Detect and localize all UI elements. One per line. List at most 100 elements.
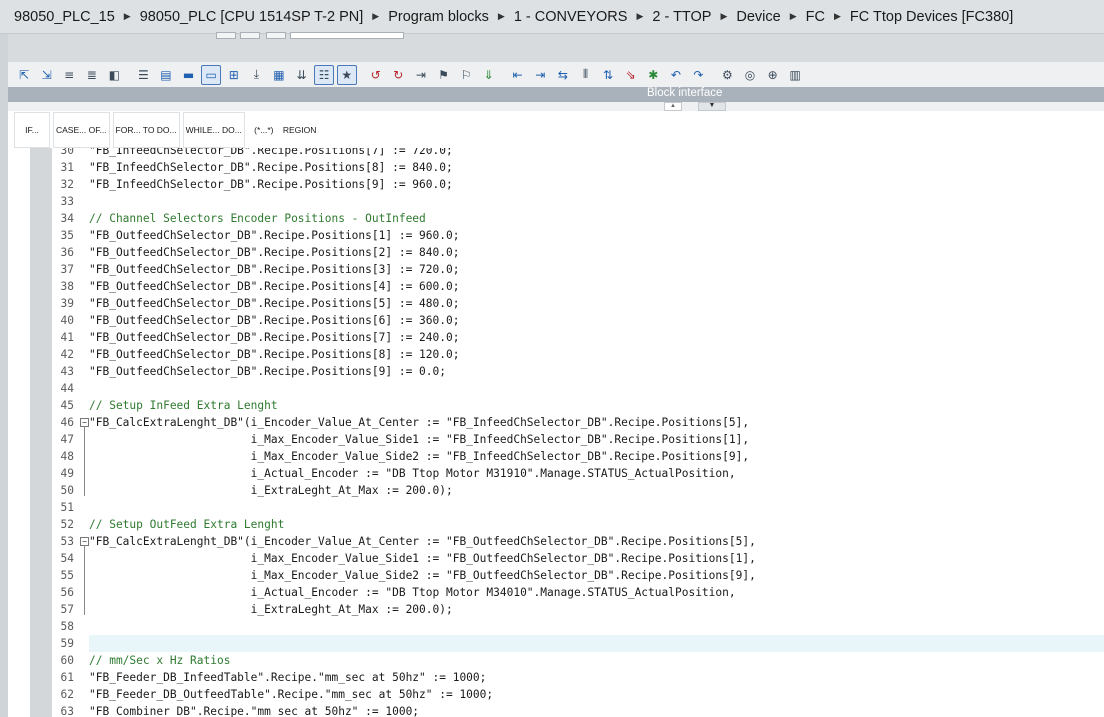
breadcrumb-item[interactable]: Device xyxy=(736,9,780,25)
code-line[interactable]: 40 "FB_OutfeedChSelector_DB".Recipe.Posit… xyxy=(8,312,1104,329)
uncomment-line-icon[interactable]: ✱ xyxy=(643,65,663,85)
sort-icon[interactable]: ⇅ xyxy=(598,65,618,85)
step-icon[interactable]: ⇊ xyxy=(292,65,312,85)
absolute-operands-icon[interactable]: ☰ xyxy=(133,65,153,85)
insert-row-icon[interactable]: ≡ xyxy=(59,65,79,85)
tab-stub[interactable] xyxy=(216,32,236,39)
code-line[interactable]: 51 xyxy=(8,499,1104,516)
show-comments-icon[interactable]: ▭ xyxy=(201,64,222,85)
code-line[interactable]: 50 i_ExtraLeght_At_Max := 200.0); xyxy=(8,482,1104,499)
fold-guide xyxy=(84,431,85,448)
line-number: 54 xyxy=(60,552,74,565)
instruction-if-button[interactable]: IF... xyxy=(14,111,50,148)
breadcrumb-separator-icon: ▶ xyxy=(123,11,131,21)
code-line[interactable]: 30 "FB_InfeedChSelector_DB".Recipe.Positi… xyxy=(8,148,1104,159)
comment-line-icon[interactable]: ⇘ xyxy=(621,65,641,85)
goto-icon[interactable]: ⇥ xyxy=(411,65,431,85)
code-line[interactable]: 34 // Channel Selectors Encoder Positions… xyxy=(8,210,1104,227)
instruction-comment-button[interactable]: (*...*) xyxy=(249,113,279,147)
download-icon[interactable]: ⤓ xyxy=(246,65,266,85)
code-line[interactable]: 58 xyxy=(8,618,1104,635)
open-all-icon[interactable]: ⊞ xyxy=(224,65,244,85)
snapshot-icon[interactable]: ⚙ xyxy=(717,65,737,85)
list-view-icon[interactable]: ☷ xyxy=(314,64,335,85)
code-line[interactable]: 59 xyxy=(61,635,1104,652)
append-row-icon[interactable]: ≣ xyxy=(82,65,102,85)
code-line[interactable]: 45 // Setup InFeed Extra Lenght xyxy=(8,397,1104,414)
code-line[interactable]: 32 "FB_InfeedChSelector_DB".Recipe.Positi… xyxy=(8,176,1104,193)
delete-network-icon[interactable]: ⇲ xyxy=(37,65,57,85)
code-text: i_Max_Encoder_Value_Side1 := "FB_Outfeed… xyxy=(89,552,756,565)
glasses-icon[interactable]: ◎ xyxy=(740,65,760,85)
indent-left-icon[interactable]: ⇤ xyxy=(508,65,528,85)
breadcrumb-item[interactable]: 98050_PLC_15 xyxy=(14,9,115,25)
outdent-icon[interactable]: ⇆ xyxy=(553,65,573,85)
monitor-icon[interactable]: ▦ xyxy=(269,65,289,85)
insert-network-icon[interactable]: ⇱ xyxy=(14,65,34,85)
collapse-all-icon[interactable]: ▬ xyxy=(179,65,199,85)
splitter[interactable]: ▲ ▼ xyxy=(8,102,1104,111)
instruction-case-button[interactable]: CASE... OF... xyxy=(53,111,110,148)
go-down-icon[interactable]: ⇓ xyxy=(479,65,499,85)
code-line[interactable]: 55 i_Max_Encoder_Value_Side2 := "FB_Outf… xyxy=(8,567,1104,584)
show-favorites-icon[interactable]: ◧ xyxy=(104,65,124,85)
code-line[interactable]: 39 "FB_OutfeedChSelector_DB".Recipe.Posit… xyxy=(8,295,1104,312)
code-editor[interactable]: 30 "FB_InfeedChSelector_DB".Recipe.Positi… xyxy=(8,148,1104,717)
line-number: 61 xyxy=(60,671,74,684)
breadcrumb-item[interactable]: 2 - TTOP xyxy=(652,9,711,25)
code-line[interactable]: 46− "FB_CalcExtraLenght_DB"(i_Encoder_Val… xyxy=(8,414,1104,431)
favorite-star-icon[interactable]: ★ xyxy=(336,64,357,85)
block-interface-bar[interactable]: Block interface xyxy=(8,87,1104,102)
bookmark-next-icon[interactable]: ⚐ xyxy=(456,65,476,85)
splitter-down-icon[interactable]: ▼ xyxy=(698,102,726,111)
delete-breakpoint-icon[interactable]: ↺ xyxy=(366,65,386,85)
expand-all-icon[interactable]: ▤ xyxy=(156,65,176,85)
monitor-on-icon[interactable]: ↶ xyxy=(666,65,686,85)
code-line[interactable]: 53− "FB_CalcExtraLenght_DB"(i_Encoder_Val… xyxy=(8,533,1104,550)
fold-guide xyxy=(84,448,85,465)
code-line[interactable]: 57 i_ExtraLeght_At_Max := 200.0); xyxy=(8,601,1104,618)
code-line[interactable]: 33 xyxy=(8,193,1104,210)
code-line[interactable]: 35 "FB_OutfeedChSelector_DB".Recipe.Posit… xyxy=(8,227,1104,244)
breadcrumb-item[interactable]: 1 - CONVEYORS xyxy=(514,9,628,25)
code-line[interactable]: 44 xyxy=(8,380,1104,397)
splitter-up-icon[interactable]: ▲ xyxy=(664,102,682,111)
code-line[interactable]: 47 i_Max_Encoder_Value_Side1 := "FB_Infe… xyxy=(8,431,1104,448)
tab-stub-active[interactable] xyxy=(290,32,404,39)
disable-breakpoint-icon[interactable]: ↻ xyxy=(388,65,408,85)
memory-icon[interactable]: ▥ xyxy=(785,65,805,85)
code-line[interactable]: 48 i_Max_Encoder_Value_Side2 := "FB_Infe… xyxy=(8,448,1104,465)
breadcrumb-item[interactable]: FC Ttop Devices [FC380] xyxy=(850,9,1013,25)
breadcrumb-item[interactable]: 98050_PLC [CPU 1514SP T-2 PN] xyxy=(140,9,364,25)
code-line[interactable]: 63 "FB Combiner DB".Recipe."mm sec at 50h… xyxy=(8,703,1104,717)
code-line[interactable]: 54 i_Max_Encoder_Value_Side1 := "FB_Outf… xyxy=(8,550,1104,567)
code-line[interactable]: 38 "FB_OutfeedChSelector_DB".Recipe.Posit… xyxy=(8,278,1104,295)
breadcrumb-item[interactable]: Program blocks xyxy=(388,9,489,25)
bookmark-icon[interactable]: ⚑ xyxy=(434,65,454,85)
code-line[interactable]: 52 // Setup OutFeed Extra Lenght xyxy=(8,516,1104,533)
indent-right-icon[interactable]: ⇥ xyxy=(530,65,550,85)
code-line[interactable]: 61 "FB_Feeder_DB_InfeedTable".Recipe."mm_… xyxy=(8,669,1104,686)
tab-stub[interactable] xyxy=(266,32,286,39)
line-number: 30 xyxy=(60,148,74,157)
tab-stub[interactable] xyxy=(240,32,260,39)
code-line[interactable]: 60 // mm/Sec x Hz Ratios xyxy=(8,652,1104,669)
compare-icon[interactable]: ⊕ xyxy=(763,65,783,85)
code-line[interactable]: 62 "FB_Feeder_DB_OutfeedTable".Recipe."mm… xyxy=(8,686,1104,703)
breadcrumb-item[interactable]: FC xyxy=(806,9,825,25)
code-line[interactable]: 43 "FB_OutfeedChSelector_DB".Recipe.Posit… xyxy=(8,363,1104,380)
code-line[interactable]: 49 i_Actual_Encoder := "DB Ttop Motor M3… xyxy=(8,465,1104,482)
code-line[interactable]: 31 "FB_InfeedChSelector_DB".Recipe.Positi… xyxy=(8,159,1104,176)
code-line[interactable]: 36 "FB_OutfeedChSelector_DB".Recipe.Posit… xyxy=(8,244,1104,261)
line-number: 42 xyxy=(60,348,74,361)
instruction-for-button[interactable]: FOR... TO DO... xyxy=(112,111,180,148)
code-line[interactable]: 42 "FB_OutfeedChSelector_DB".Recipe.Posit… xyxy=(8,346,1104,363)
align-icon[interactable]: ⫴ xyxy=(575,65,595,85)
line-number: 58 xyxy=(60,620,74,633)
instruction-while-button[interactable]: WHILE... DO... xyxy=(182,111,245,148)
code-line[interactable]: 56 i_Actual_Encoder := "DB Ttop Motor M3… xyxy=(8,584,1104,601)
code-line[interactable]: 41 "FB_OutfeedChSelector_DB".Recipe.Posit… xyxy=(8,329,1104,346)
refresh-icon[interactable]: ↷ xyxy=(688,65,708,85)
code-line[interactable]: 37 "FB_OutfeedChSelector_DB".Recipe.Posit… xyxy=(8,261,1104,278)
instruction-region-button[interactable]: REGION xyxy=(283,113,317,147)
